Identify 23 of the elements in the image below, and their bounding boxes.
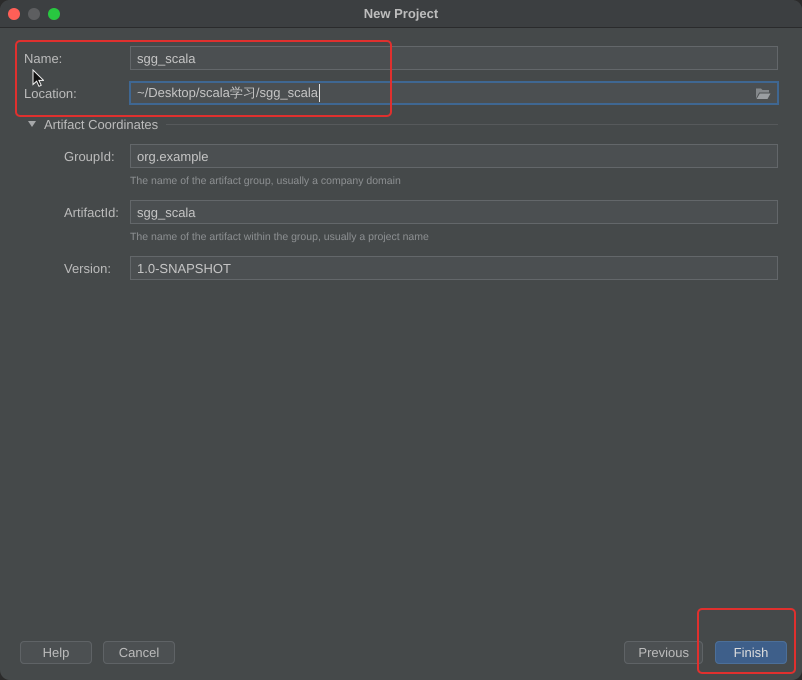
- field-label: Name:: [24, 50, 62, 66]
- field-label: GroupId:: [64, 148, 115, 164]
- zoom-icon[interactable]: [48, 8, 60, 20]
- text-field[interactable]: org.example: [130, 144, 778, 168]
- field-hint: The name of the artifact group, usually a company domain: [130, 174, 401, 188]
- text-field[interactable]: sgg_scala: [130, 200, 778, 224]
- close-icon[interactable]: [8, 8, 20, 20]
- mouse-pointer-icon: [32, 69, 44, 87]
- field-label: ArtifactId:: [64, 204, 119, 220]
- field-hint: The name of the artifact within the group, usually a project name: [130, 230, 429, 244]
- window-title: New Project: [364, 6, 438, 21]
- location-field[interactable]: ~/Desktop/scala学习/sgg_scala: [129, 81, 779, 105]
- expand-triangle-icon[interactable]: [28, 121, 36, 127]
- dialog-button[interactable]: Help: [20, 641, 92, 664]
- field-label: Location:: [24, 86, 77, 100]
- folder-icon[interactable]: [755, 86, 771, 100]
- dialog-button[interactable]: Previous: [624, 641, 703, 664]
- text-field[interactable]: sgg_scala: [130, 46, 778, 70]
- text-field[interactable]: 1.0-SNAPSHOT: [130, 256, 778, 280]
- field-label: Version:: [64, 260, 111, 276]
- section-title: Artifact Coordinates: [44, 116, 158, 132]
- dialog-button[interactable]: Finish: [715, 641, 787, 664]
- dialog-button[interactable]: Cancel: [103, 641, 175, 664]
